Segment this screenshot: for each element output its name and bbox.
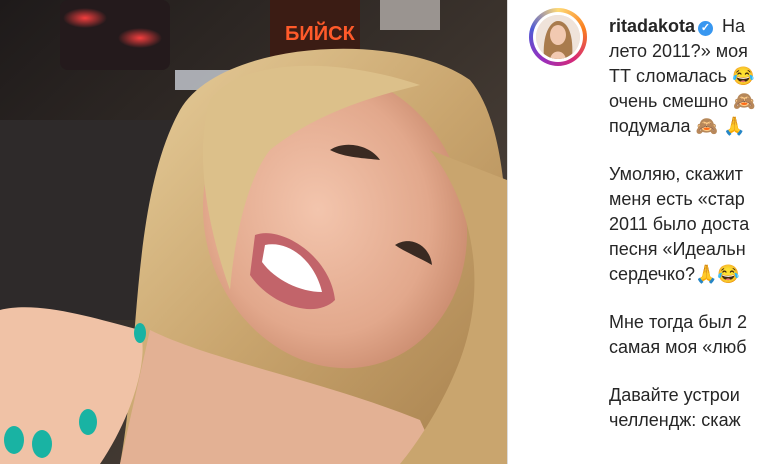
caption-line: очень смешно 🙈 xyxy=(609,91,756,111)
caption-text: На xyxy=(722,16,746,36)
caption-line: 2011 было доста xyxy=(609,214,750,234)
caption-line: сердечко?🙏😂 xyxy=(609,264,740,284)
caption-line: Мне тогда был 2 xyxy=(609,312,748,332)
caption-line: лето 2011?» моя xyxy=(609,41,748,61)
caption-line: самая моя «люб xyxy=(609,337,747,357)
caption-line: Умоляю, скажит xyxy=(609,164,743,184)
avatar[interactable] xyxy=(536,15,580,59)
caption-line: ТТ сломалась 😂 xyxy=(609,66,755,86)
post-caption: ritadakota ✓ На лето 2011?» моя ТТ сломал… xyxy=(609,14,770,456)
caption-line: подумала 🙈 🙏 xyxy=(609,116,746,136)
post-photo[interactable]: БИЙСК xyxy=(0,0,507,464)
selfie-photo: БИЙСК xyxy=(0,0,507,464)
caption-line: челлендж: скаж xyxy=(609,410,741,430)
caption-line: меня есть «стар xyxy=(609,189,745,209)
avatar-image xyxy=(536,15,580,59)
verified-badge-icon: ✓ xyxy=(698,21,714,36)
caption-line: песня «Идеальн xyxy=(609,239,746,259)
username-link[interactable]: ritadakota xyxy=(609,16,695,36)
story-ring[interactable] xyxy=(529,8,587,66)
caption-panel: ritadakota ✓ На лето 2011?» моя ТТ сломал… xyxy=(508,0,770,464)
neon-sign: БИЙСК xyxy=(285,21,356,45)
caption-line: Давайте устрои xyxy=(609,385,740,405)
